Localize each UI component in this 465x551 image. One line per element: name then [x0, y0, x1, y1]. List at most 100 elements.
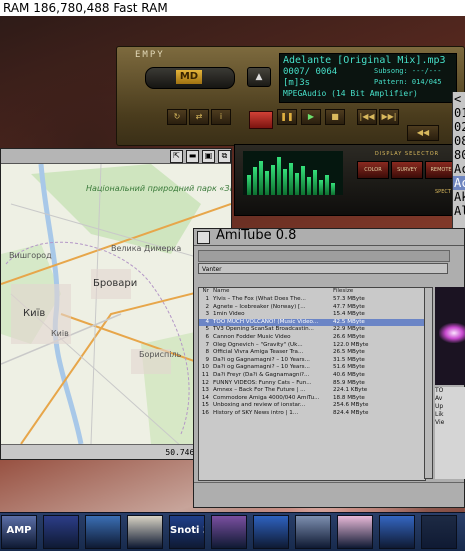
record-button[interactable] — [249, 111, 273, 129]
list-item[interactable]: 01 — [453, 106, 465, 120]
info-line: Vie — [435, 419, 445, 426]
amitube-titlebar[interactable]: AmiTube 0.8 — [194, 228, 464, 246]
video-results-list[interactable]: Nr Name Filesize 1 Ylvis – The Fox (What … — [198, 287, 426, 481]
empy-main-panel: EMPY MD ▲ Adelante [Original Mix].mp3 00… — [116, 46, 465, 146]
close-gadget[interactable] — [197, 231, 210, 244]
empy-player[interactable]: EMPY MD ▲ Adelante [Original Mix].mp3 00… — [116, 46, 465, 216]
eject-button[interactable]: ▲ — [247, 67, 271, 87]
video-nr: 8 — [205, 349, 209, 356]
video-nr: 2 — [205, 303, 209, 310]
video-preview — [435, 287, 465, 385]
dock-video-icon[interactable] — [379, 515, 415, 549]
dock-window-icon[interactable] — [421, 515, 457, 549]
list-item[interactable]: 02 — [453, 120, 465, 134]
video-nr: 7 — [205, 341, 209, 348]
video-name: TV3 Opening ScanSat Broadcastin... — [213, 326, 314, 333]
survey-select-button[interactable]: SURVEY — [391, 161, 423, 179]
list-item[interactable]: Ak — [453, 190, 465, 204]
player-display: Adelante [Original Mix].mp3 0007/ 0064 S… — [279, 53, 457, 103]
info-line: TO — [435, 387, 444, 394]
dock-face-icon[interactable] — [295, 515, 331, 549]
video-name: TOO MUCH VOLCANO! (Music Video... — [213, 318, 319, 325]
map-label-velyka: Велика Димерка — [111, 244, 182, 253]
info-line: Up — [435, 403, 444, 410]
video-filesize: 224.1 KByte — [333, 387, 368, 394]
video-row[interactable]: 5 TV3 Opening ScanSat Broadcastin... 22.9 … — [199, 326, 425, 334]
track-counter: 0007/ 0064 — [283, 67, 338, 77]
video-row[interactable]: 6 Cannon Fodder Music Video 26.6 MByte — [199, 334, 425, 342]
map-label-kyie: Киів — [51, 329, 69, 338]
dock-globe-icon[interactable] — [43, 515, 79, 549]
column-header-nr[interactable]: Nr — [201, 288, 209, 296]
next-track-button[interactable]: ▶▶| — [379, 109, 399, 125]
dock-icon-label: Snoti 36 — [170, 525, 204, 536]
video-name: FUNNY VIDEOS: Funny Cats – Fun... — [213, 379, 312, 386]
song-title: Adelante [Original Mix].mp3 — [283, 55, 446, 66]
video-row[interactable]: 2 Agnete – Icebreaker (Norway) [... 47.7 M… — [199, 304, 425, 312]
video-filesize: 40.6 MByte — [333, 372, 365, 378]
list-item[interactable]: < — [453, 92, 465, 106]
dock-books-icon[interactable] — [211, 515, 247, 549]
pause-button[interactable]: ❚❚ — [277, 109, 297, 125]
list-item[interactable]: Ali — [453, 204, 465, 218]
video-filesize: 85.9 MByte — [333, 379, 365, 386]
shuffle-button[interactable]: ⇄ — [189, 109, 209, 125]
dock-paint-icon[interactable] — [337, 515, 373, 549]
stop-button[interactable]: ■ — [325, 109, 345, 125]
empy-logo: EMPY — [135, 50, 165, 60]
video-row[interactable]: 1 Ylvis – The Fox (What Does The... 57.3 M… — [199, 296, 425, 304]
column-header-name[interactable]: Name — [213, 288, 331, 296]
list-item[interactable]: 08 — [453, 134, 465, 148]
video-nr: 16 — [201, 410, 209, 416]
video-row[interactable]: 9 Da?i og Gagnamagni? – 10 Years... 31.5 M… — [199, 357, 425, 365]
list-item[interactable]: 80 — [453, 148, 465, 162]
video-filesize: 57.3 MByte — [333, 296, 365, 302]
video-row[interactable]: 16 History of SKY News intro | 1... 824.4 … — [199, 410, 425, 418]
video-filesize: 254.6 MByte — [333, 402, 369, 409]
search-input[interactable]: Vanter — [198, 263, 448, 274]
video-row[interactable]: 11 Da?i Freyr (Da?i & Gagnamagni?... 40.6 … — [199, 372, 425, 380]
list-item-selected[interactable]: Ac — [453, 176, 465, 190]
video-nr: 13 — [201, 387, 209, 394]
prev-track-button[interactable]: |◀◀ — [357, 109, 377, 125]
video-row[interactable]: 10 Da?i og Gagnamagni? – 10 Years... 51.6 … — [199, 364, 425, 372]
dock-amp-icon[interactable]: AMP — [1, 515, 37, 549]
video-row[interactable]: 7 Oleg Ognevich – "Gravity" (Uk... 122.0 M… — [199, 342, 425, 350]
video-filesize: 26.5 MByte — [333, 349, 365, 356]
video-row[interactable]: 15 Unboxing and review of ionstar... 254.6… — [199, 402, 425, 410]
app-dock: AMP Snoti 36 — [0, 512, 465, 551]
info-line: Lik — [435, 411, 444, 418]
map-label-kyiv: Київ — [23, 308, 46, 319]
dock-tube-icon[interactable] — [253, 515, 289, 549]
screen-title-bar: RAM 186,780,488 Fast RAM — [0, 0, 465, 16]
video-filesize: 122.0 MByte — [333, 341, 369, 348]
video-row-selected[interactable]: 4 TOO MUCH VOLCANO! (Music Video... 42.5 M… — [199, 318, 425, 327]
info-button[interactable]: i — [211, 109, 231, 125]
video-nr: 12 — [201, 379, 209, 386]
video-row[interactable]: 14 Commodore Amiga 4000/040 AmiTu... 18.8 … — [199, 395, 425, 403]
video-row[interactable]: 8 Official Vivra Amiga Teaser Tra... 26.5 … — [199, 349, 425, 357]
map-label-brovary: Бровари — [93, 278, 138, 289]
repeat-button[interactable]: ↻ — [167, 109, 187, 125]
dock-snap-icon[interactable]: Snoti 36 — [169, 515, 205, 549]
dock-map-icon[interactable] — [127, 515, 163, 549]
md-label: MD — [176, 70, 202, 84]
dock-weather-icon[interactable] — [85, 515, 121, 549]
video-row[interactable]: 13 Amnex – Back For The Future | ... 224.1… — [199, 387, 425, 395]
video-name: Da?i og Gagnamagni? – 10 Years... — [213, 364, 310, 371]
play-button[interactable]: ▶ — [301, 109, 321, 125]
md-source-button[interactable]: MD — [145, 67, 235, 89]
color-select-button[interactable]: COLOR — [357, 161, 389, 179]
video-info-panel: TO Av Up Lik Vie — [435, 387, 465, 479]
rewind-button[interactable]: ◀◀ — [407, 125, 439, 141]
amitube-window[interactable]: AmiTube 0.8 Vanter Nr Name Filesize 1 Ylv… — [193, 228, 465, 508]
display-selector: DISPLAY SELECTOR COLOR SURVEY REMOTE — [355, 151, 459, 183]
list-item[interactable]: Ac — [453, 162, 465, 176]
video-row[interactable]: 3 1min Video 15.4 MByte — [199, 311, 425, 319]
column-header-filesize[interactable]: Filesize — [333, 288, 403, 296]
video-row[interactable]: 12 FUNNY VIDEOS: Funny Cats – Fun... 85.9 … — [199, 380, 425, 388]
list-scrollbar[interactable] — [424, 287, 433, 479]
video-name: Ylvis – The Fox (What Does The... — [213, 296, 306, 302]
video-nr: 5 — [205, 326, 209, 333]
transport-row: ↻ ⇄ i ❚❚ ▶ ■ |◀◀ ▶▶| ◀◀ — [117, 103, 465, 145]
